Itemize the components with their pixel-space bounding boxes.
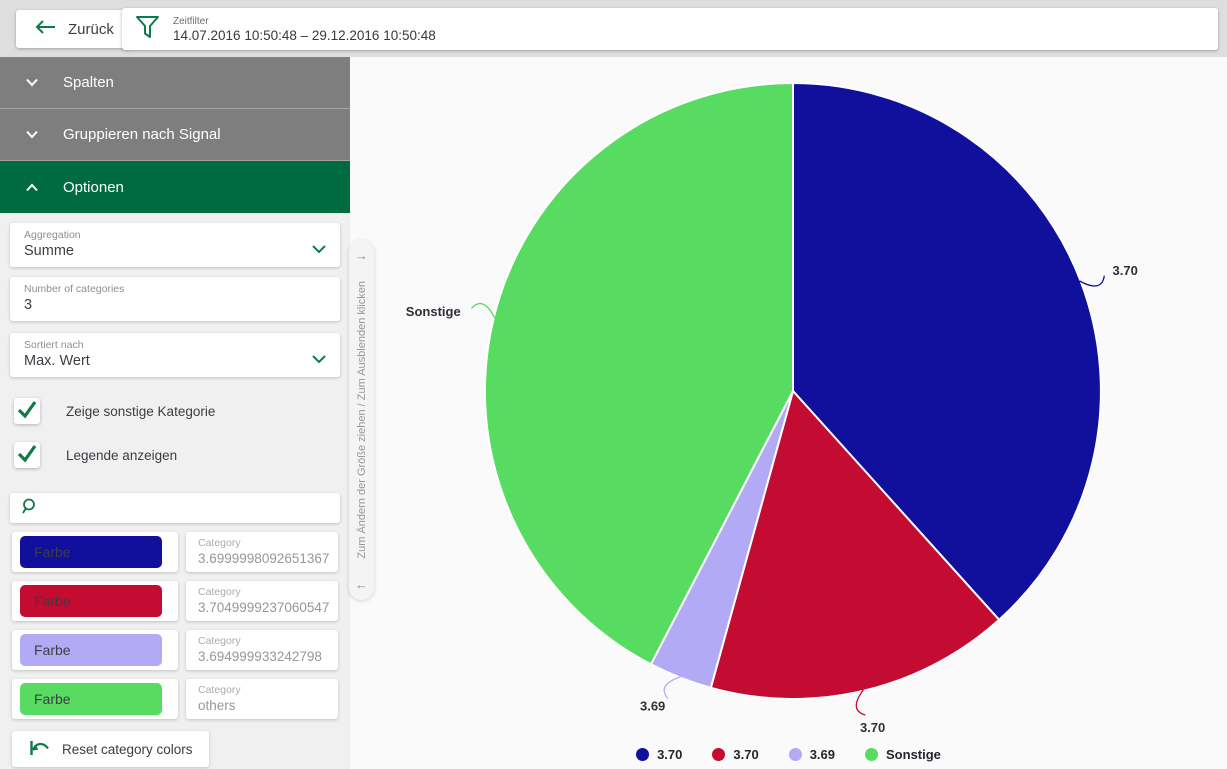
sidebar-section-spalten[interactable]: Spalten [0,57,350,109]
legend-item-label: 3.70 [733,747,759,762]
chart-legend: 3.70 3.70 3.69 Sonstige [350,747,1227,762]
category-field-label: Category [198,684,241,696]
num-categories-value: 3 [24,297,33,313]
category-color-row: Farbe Category others [12,679,350,719]
category-field-value: others [198,698,236,713]
aggregation-label: Aggregation [24,229,81,241]
pie-slice-label: 3.70 [860,720,885,735]
num-categories-label: Number of categories [24,283,125,295]
back-button[interactable]: Zurück [16,10,132,48]
category-color-row: Farbe Category 3.7049999237060547 [12,581,350,621]
category-search [10,493,340,523]
category-field-label: Category [198,586,241,598]
category-field-3[interactable]: Category 3.694999933242798 [186,630,338,670]
farbe-card: Farbe [12,581,178,621]
farbe-color-button-1[interactable]: Farbe [20,536,162,568]
back-arrow-icon [34,19,56,39]
show-other-category-row: Zeige sonstige Kategorie [14,398,350,424]
legend-dot-icon [636,748,650,761]
num-categories-input[interactable]: Number of categories 3 [10,277,340,321]
chevron-down-icon [25,74,39,91]
category-color-row: Farbe Category 3.6999998092651367 [12,532,350,572]
category-color-row: Farbe Category 3.694999933242798 [12,630,350,670]
filter-funnel-icon [135,14,160,45]
show-legend-checkbox[interactable] [14,442,40,468]
show-legend-row: Legende anzeigen [14,442,350,468]
legend-item-3-69[interactable]: 3.69 [788,747,836,762]
category-field-2[interactable]: Category 3.7049999237060547 [186,581,338,621]
sidebar-sections: Spalten Gruppieren nach Signal Optionen [0,57,350,213]
aggregation-value: Summe [24,243,74,259]
top-bar: Zurück Zeitfilter 14.07.2016 10:50:48 – … [0,0,1227,57]
category-color-rows: Farbe Category 3.6999998092651367 Farbe Cate… [0,532,350,719]
pie-slice-label: 3.70 [1113,263,1138,278]
show-other-category-checkbox[interactable] [14,398,40,424]
sidebar-section-label: Spalten [63,74,114,91]
category-field-label: Category [198,635,241,647]
category-field-value: 3.6999998092651367 [198,551,330,566]
search-icon [21,497,39,520]
legend-item-label: Sonstige [886,747,941,762]
reset-undo-icon [28,738,51,761]
legend-item-3-70[interactable]: 3.70 [712,747,759,762]
chart-area: 3.70 3.70 3.69 Sonstige 3.70 3.70 3.69 Sonstig… [350,57,1227,769]
legend-dot-icon [865,748,879,761]
chevron-down-icon [311,241,327,259]
sidebar-section-optionen[interactable]: Optionen [0,161,350,213]
sorted-by-value: Max. Wert [24,353,90,369]
checkmark-icon [15,397,39,426]
chevron-down-icon [311,351,327,369]
category-field-1[interactable]: Category 3.6999998092651367 [186,532,338,572]
pie-label-leader-line [855,689,866,716]
checkmark-icon [15,441,39,470]
arrow-right-icon: → [355,248,368,263]
time-filter-label: Zeitfilter [173,15,209,27]
sidebar-section-gruppieren-nach-signal[interactable]: Gruppieren nach Signal [0,109,350,161]
pie-slice-label: 3.69 [640,699,665,714]
category-field-value: 3.7049999237060547 [198,600,330,615]
legend-item-3-70[interactable]: 3.70 [636,747,682,762]
sorted-by-select[interactable]: Sortiert nach Max. Wert [10,333,340,377]
farbe-card: Farbe [12,630,178,670]
farbe-color-button-2[interactable]: Farbe [20,585,162,617]
sorted-by-label: Sortiert nach [24,339,84,351]
pie-label-leader-line [1079,275,1105,287]
show-other-category-label: Zeige sonstige Kategorie [66,403,216,419]
pie-slice-label: Sonstige [406,304,461,319]
farbe-color-button-3[interactable]: Farbe [20,634,162,666]
sidebar-section-label: Gruppieren nach Signal [63,126,221,143]
search-input[interactable] [48,499,340,517]
time-filter-text: Zeitfilter 14.07.2016 10:50:48 – 29.12.2… [173,16,436,43]
options-sidebar: Spalten Gruppieren nach Signal Optionen Ag… [0,57,350,769]
chevron-down-icon [25,126,39,143]
category-field-label: Category [198,537,241,549]
chevron-up-icon [25,179,39,196]
arrow-left-icon: ← [355,577,368,592]
legend-item-label: 3.70 [657,747,683,762]
sidebar-resize-handle[interactable]: → Zum Ändern der Größe ziehen / Zum Ausb… [349,240,374,600]
farbe-color-button-4[interactable]: Farbe [20,683,162,715]
reset-button-label: Reset category colors [62,741,193,757]
category-field-4[interactable]: Category others [186,679,338,719]
legend-item-label: 3.69 [809,747,836,762]
pie-chart: 3.70 3.70 3.69 Sonstige [406,82,1138,735]
reset-category-colors-button[interactable]: Reset category colors [12,731,209,767]
farbe-card: Farbe [12,532,178,572]
back-button-label: Zurück [68,20,114,38]
show-legend-label: Legende anzeigen [66,447,178,463]
legend-item-sonstige[interactable]: Sonstige [865,747,941,762]
time-filter[interactable]: Zeitfilter 14.07.2016 10:50:48 – 29.12.2… [122,8,1218,50]
legend-dot-icon [788,748,802,761]
pie-label-leader-line [471,302,496,319]
aggregation-select[interactable]: Aggregation Summe [10,223,340,267]
pie-label-leader-line [663,676,681,699]
sidebar-section-label: Optionen [63,178,124,196]
resize-handle-hint: Zum Ändern der Größe ziehen / Zum Ausble… [355,281,368,559]
farbe-card: Farbe [12,679,178,719]
time-filter-value: 14.07.2016 10:50:48 – 29.12.2016 10:50:4… [173,27,436,43]
legend-dot-icon [712,748,726,761]
category-field-value: 3.694999933242798 [198,649,322,664]
